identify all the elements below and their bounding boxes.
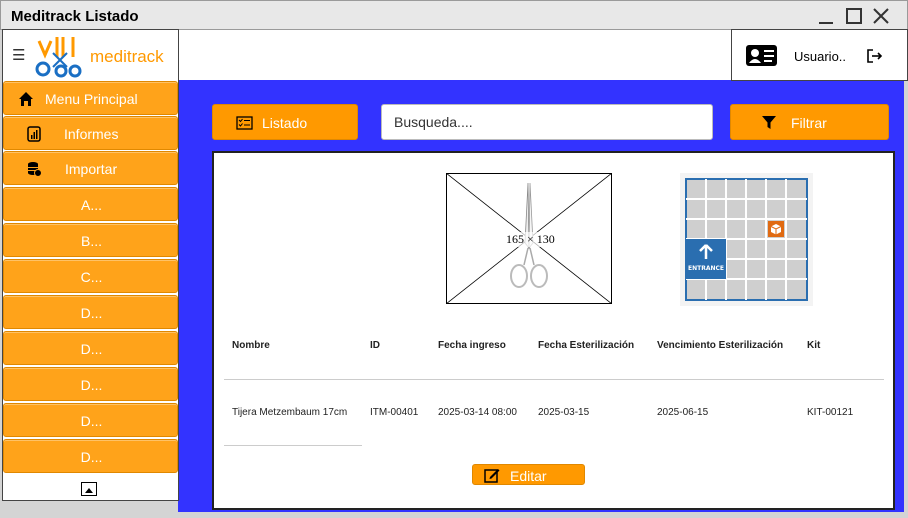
triangle-up-icon bbox=[85, 488, 93, 493]
search-input[interactable] bbox=[381, 104, 713, 140]
sidebar-item-d5[interactable]: D... bbox=[3, 439, 178, 473]
header-fecha-esterilizacion: Fecha Esterilización bbox=[538, 340, 635, 351]
cell-fecha-esterilizacion: 2025-03-15 bbox=[538, 407, 590, 418]
location-map: ENTRANCE bbox=[680, 173, 813, 306]
list-icon bbox=[236, 116, 253, 130]
filter-icon bbox=[762, 116, 776, 129]
logout-icon[interactable] bbox=[866, 48, 884, 64]
cell-kit: KIT-00121 bbox=[807, 407, 854, 418]
entrance-label: ENTRANCE bbox=[688, 265, 724, 272]
filter-button[interactable]: Filtrar bbox=[730, 104, 889, 140]
id-card-icon bbox=[746, 45, 777, 66]
user-name: Usuario.. bbox=[794, 49, 847, 64]
sidebar-item-informes[interactable]: Informes bbox=[3, 116, 178, 150]
home-icon bbox=[19, 92, 33, 106]
sidebar-item-a[interactable]: A... bbox=[3, 187, 178, 221]
sidebar-item-d3[interactable]: D... bbox=[3, 367, 178, 401]
scroll-up-button[interactable] bbox=[81, 482, 97, 496]
listado-button[interactable]: Listado bbox=[212, 104, 358, 140]
database-import-icon bbox=[28, 162, 42, 177]
minimize-icon[interactable] bbox=[815, 5, 837, 27]
instrument-image: 165 × 130 bbox=[445, 172, 613, 305]
report-icon bbox=[27, 126, 41, 142]
image-dimensions-label: 165 × 130 bbox=[506, 232, 555, 247]
logo-text: meditrack bbox=[90, 47, 164, 66]
sidebar-item-d1[interactable]: D... bbox=[3, 295, 178, 329]
hamburger-menu-icon[interactable]: ☰ bbox=[12, 46, 25, 64]
header-fecha-ingreso: Fecha ingreso bbox=[438, 340, 506, 351]
edit-button[interactable]: Editar bbox=[472, 464, 585, 485]
edit-icon bbox=[484, 469, 500, 483]
meditrack-logo-icon bbox=[35, 37, 82, 78]
top-bar bbox=[178, 30, 732, 80]
window-title: Meditrack Listado bbox=[11, 8, 139, 25]
close-icon[interactable] bbox=[870, 5, 892, 27]
sidebar-item-importar[interactable]: Importar bbox=[3, 151, 178, 185]
cell-nombre: Tijera Metzembaum 17cm bbox=[232, 407, 348, 418]
cell-id: ITM-00401 bbox=[370, 407, 419, 418]
cell-fecha-ingreso: 2025-03-14 08:00 bbox=[438, 407, 517, 418]
header-kit: Kit bbox=[807, 340, 821, 351]
sidebar-item-b[interactable]: B... bbox=[3, 223, 178, 257]
sidebar-item-d4[interactable]: D... bbox=[3, 403, 178, 437]
sidebar-item-menu-principal[interactable]: Menu Principal bbox=[3, 81, 178, 115]
header-nombre: Nombre bbox=[232, 340, 270, 351]
logo-area: ☰ meditrack bbox=[3, 30, 178, 81]
header-vencimiento-esterilizacion: Vencimiento Esterilización bbox=[657, 340, 784, 351]
sidebar-item-c[interactable]: C... bbox=[3, 259, 178, 293]
user-box[interactable]: Usuario.. bbox=[731, 29, 908, 81]
content-panel: 165 × 130 ENTRANCE Nombre ID Fecha ingre… bbox=[212, 151, 895, 510]
sidebar-item-d2[interactable]: D... bbox=[3, 331, 178, 365]
title-bar: Meditrack Listado bbox=[0, 0, 908, 30]
maximize-icon[interactable] bbox=[843, 5, 865, 27]
table-header-divider bbox=[224, 379, 884, 380]
cell-vencimiento-esterilizacion: 2025-06-15 bbox=[657, 407, 709, 418]
sidebar: ☰ meditrack Menu Principal Informes Impo… bbox=[2, 29, 179, 501]
row-divider bbox=[224, 445, 362, 446]
header-id: ID bbox=[370, 340, 380, 351]
